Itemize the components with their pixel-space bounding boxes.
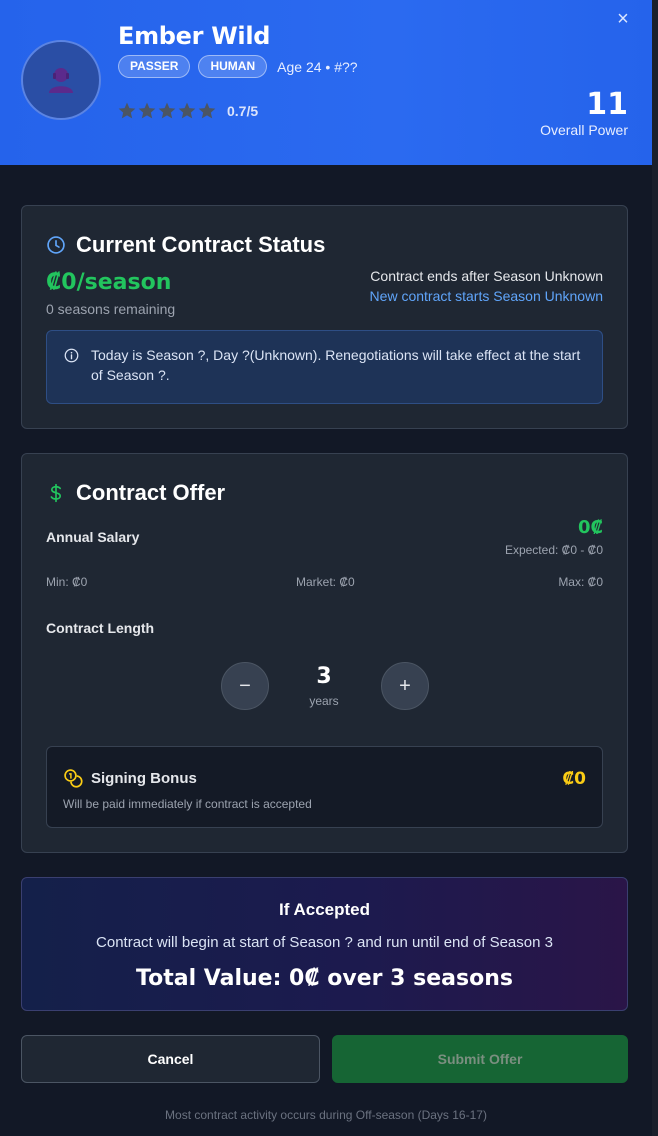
signing-bonus-panel: Signing Bonus ₡0 Will be paid immediatel…	[46, 746, 603, 828]
seasons-remaining: 0 seasons remaining	[46, 301, 176, 317]
overall-power: 11 Overall Power	[540, 87, 628, 139]
current-salary: ₡0/season	[46, 270, 172, 295]
current-contract-title-text: Current Contract Status	[76, 232, 326, 257]
contract-end: Contract ends after Season Unknown	[370, 268, 603, 284]
player-name: Ember Wild	[118, 22, 271, 50]
contract-offer-title-text: Contract Offer	[76, 480, 226, 505]
star-icon	[138, 102, 156, 119]
contract-length-label: Contract Length	[46, 620, 155, 636]
submit-offer-button[interactable]: Submit Offer	[332, 1035, 628, 1083]
close-icon[interactable]: ×	[612, 8, 634, 30]
expected-salary: Expected: ₡0 - ₡0	[504, 543, 603, 557]
total-value: Total Value: 0₡ over 3 seasons	[136, 966, 513, 991]
age-info: Age 24 • #??	[277, 58, 358, 75]
current-contract-card: Current Contract Status ₡0/season 0 seas…	[21, 205, 628, 429]
current-contract-title: Current Contract Status	[46, 232, 325, 258]
acceptance-summary: If Accepted Contract will begin at start…	[21, 877, 628, 1011]
years-value: 3	[316, 664, 332, 689]
clock-icon	[47, 236, 65, 254]
player-header: × Ember Wild PASSER HUMAN Age 24 • #?? 0…	[0, 0, 652, 165]
new-contract-start: New contract starts Season Unknown	[369, 288, 603, 304]
annual-salary-value: 0₡	[577, 517, 603, 538]
contract-length-stepper: − 3 years +	[221, 662, 430, 712]
salary-market: Market: ₡0	[296, 575, 355, 589]
cancel-button[interactable]: Cancel	[21, 1035, 320, 1083]
years-unit: years	[309, 694, 339, 708]
info-icon	[64, 348, 79, 363]
dollar-icon	[50, 483, 62, 503]
footer-note: Most contract activity occurs during Off…	[165, 1108, 487, 1122]
power-label: Overall Power	[540, 122, 628, 138]
decrease-years-button[interactable]: −	[221, 662, 269, 710]
signing-bonus-title: Signing Bonus	[91, 770, 197, 787]
contract-years: 3 years	[295, 664, 353, 708]
acceptance-description: Contract will begin at start of Season ?…	[96, 934, 553, 951]
scrollbar[interactable]	[652, 0, 658, 1136]
increase-years-button[interactable]: +	[381, 662, 429, 710]
signing-bonus-value: ₡0	[562, 769, 586, 789]
salary-min: Min: ₡0	[46, 575, 88, 589]
power-value: 11	[586, 87, 628, 122]
star-icon	[158, 102, 176, 119]
coins-icon	[64, 769, 83, 788]
avatar	[21, 40, 101, 120]
contract-offer-card: Contract Offer Annual Salary 0₡ Expected…	[21, 453, 628, 853]
notice-text: Today is Season ?, Day ?(Unknown). Reneg…	[91, 347, 581, 383]
acceptance-title: If Accepted	[278, 900, 370, 919]
player-avatar-icon	[49, 68, 73, 93]
position-badge: PASSER	[118, 55, 191, 78]
star-icon	[118, 102, 136, 119]
star-icon	[198, 102, 216, 119]
star-rating: 0.7/5	[117, 101, 258, 121]
player-tags: PASSER HUMAN Age 24 • #??	[118, 55, 358, 78]
annual-salary-label: Annual Salary	[46, 529, 140, 545]
race-badge: HUMAN	[198, 55, 268, 78]
star-icon	[178, 102, 196, 119]
salary-max: Max: ₡0	[558, 575, 603, 589]
renegotiation-notice: Today is Season ?, Day ?(Unknown). Reneg…	[46, 330, 603, 404]
contract-offer-title: Contract Offer	[46, 480, 225, 506]
signing-bonus-description: Will be paid immediately if contract is …	[63, 797, 312, 811]
rating-text: 0.7/5	[227, 103, 259, 119]
